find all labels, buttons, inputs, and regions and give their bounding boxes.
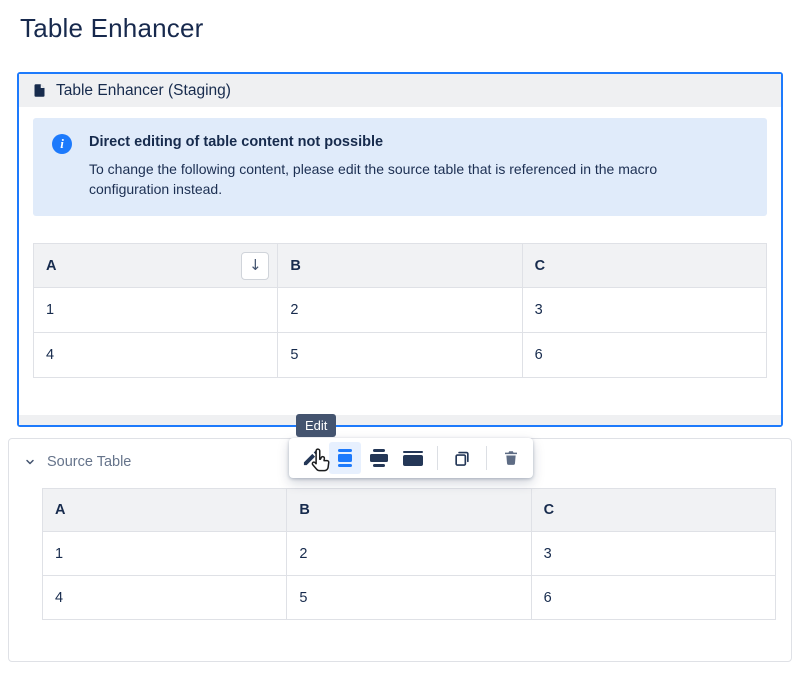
column-header-label: A bbox=[46, 258, 56, 274]
table-cell: 2 bbox=[278, 288, 522, 333]
table-row: 456 bbox=[43, 576, 776, 620]
table-cell: 4 bbox=[43, 576, 287, 620]
column-header: A bbox=[43, 489, 287, 532]
table-cell: 5 bbox=[278, 333, 522, 378]
column-header: B bbox=[278, 244, 522, 288]
table-row: 123 bbox=[43, 532, 776, 576]
source-table-toggle[interactable]: Source Table bbox=[9, 439, 179, 470]
macro-panel-header[interactable]: Table Enhancer (Staging) bbox=[19, 74, 781, 107]
column-header-label: C bbox=[535, 258, 545, 274]
column-header: C bbox=[522, 244, 766, 288]
column-header: C bbox=[531, 489, 775, 532]
table-cell: 6 bbox=[522, 333, 766, 378]
chevron-down-icon bbox=[24, 456, 36, 468]
table-cell: 1 bbox=[43, 532, 287, 576]
full-width-layout-button[interactable] bbox=[397, 442, 429, 474]
staging-table: A↓BC123456 bbox=[33, 243, 767, 378]
mouse-pointer-cursor bbox=[306, 448, 332, 483]
macro-panel-body: i Direct editing of table content not po… bbox=[19, 107, 781, 415]
page-title: Table Enhancer bbox=[20, 13, 203, 44]
table-row: 456 bbox=[34, 333, 767, 378]
table-cell: 3 bbox=[522, 288, 766, 333]
alert-title: Direct editing of table content not poss… bbox=[89, 134, 737, 150]
table-cell: 5 bbox=[287, 576, 531, 620]
table-cell: 2 bbox=[287, 532, 531, 576]
full-width-layout-icon bbox=[403, 451, 423, 466]
info-icon: i bbox=[52, 134, 72, 154]
macro-panel-footer-strip bbox=[19, 415, 781, 425]
wide-layout-icon bbox=[370, 449, 388, 467]
center-layout-icon bbox=[338, 449, 352, 467]
wide-layout-button[interactable] bbox=[363, 442, 395, 474]
delete-button[interactable] bbox=[495, 442, 527, 474]
sort-column-button[interactable]: ↓ bbox=[241, 252, 269, 280]
copy-button[interactable] bbox=[446, 442, 478, 474]
arrow-down-icon: ↓ bbox=[249, 258, 262, 273]
copy-icon bbox=[452, 448, 472, 468]
trash-icon bbox=[502, 449, 520, 467]
table-cell: 4 bbox=[34, 333, 278, 378]
column-header-label: C bbox=[544, 502, 554, 518]
column-header: B bbox=[287, 489, 531, 532]
center-layout-button[interactable] bbox=[329, 442, 361, 474]
column-header-label: A bbox=[55, 502, 65, 518]
edit-tooltip: Edit bbox=[296, 414, 336, 437]
alert-description: To change the following content, please … bbox=[89, 159, 737, 199]
source-table: ABC123456 bbox=[42, 488, 776, 620]
table-row: 123 bbox=[34, 288, 767, 333]
table-cell: 6 bbox=[531, 576, 775, 620]
macro-panel-staging[interactable]: Table Enhancer (Staging) i Direct editin… bbox=[17, 72, 783, 427]
info-alert: i Direct editing of table content not po… bbox=[33, 118, 767, 216]
table-header-row: A↓BC bbox=[34, 244, 767, 288]
table-cell: 3 bbox=[531, 532, 775, 576]
document-icon bbox=[32, 83, 47, 98]
column-header-label: B bbox=[290, 258, 300, 274]
toolbar-divider bbox=[437, 446, 438, 470]
source-table-label: Source Table bbox=[47, 454, 131, 470]
table-header-row: A B C bbox=[43, 489, 776, 532]
table-cell: 1 bbox=[34, 288, 278, 333]
column-header-label: B bbox=[299, 502, 309, 518]
macro-panel-title: Table Enhancer (Staging) bbox=[56, 82, 231, 100]
toolbar-divider bbox=[486, 446, 487, 470]
column-header: A↓ bbox=[34, 244, 278, 288]
